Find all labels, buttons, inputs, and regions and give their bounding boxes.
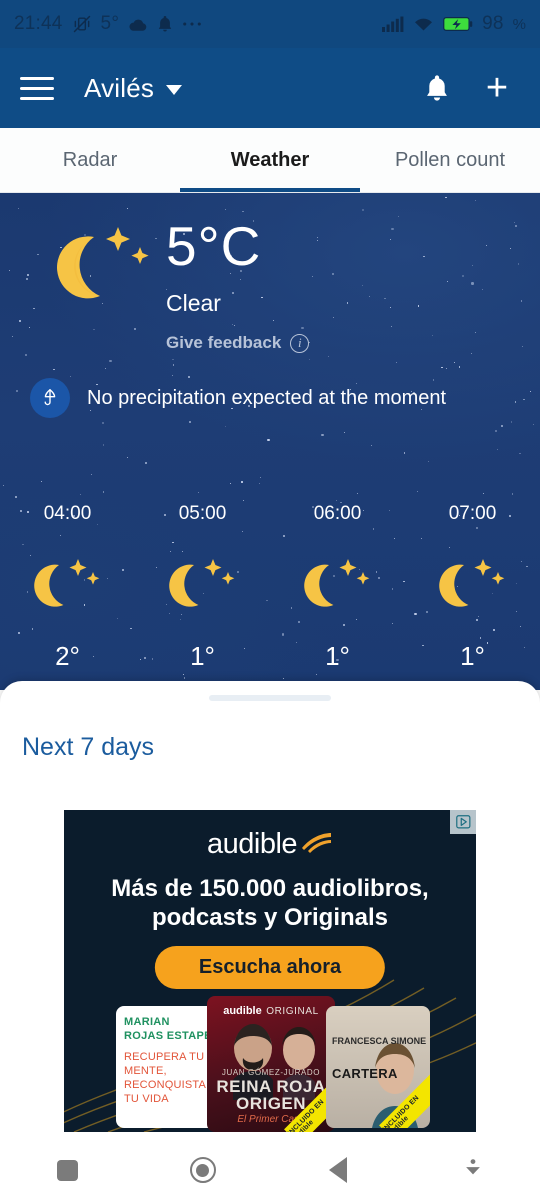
give-feedback-link[interactable]: Give feedback i	[166, 333, 310, 353]
recents-square-icon	[57, 1159, 78, 1181]
umbrella-icon	[30, 378, 70, 418]
system-navigation-bar	[0, 1140, 540, 1200]
moon-stars-icon	[31, 553, 105, 615]
current-temperature-block: 5°C Clear Give feedback i	[166, 215, 310, 353]
back-button[interactable]	[270, 1157, 405, 1183]
home-button[interactable]	[135, 1157, 270, 1183]
book-3-title: CARTERA	[332, 1066, 398, 1081]
moon-stars-icon	[166, 553, 240, 615]
vibrate-icon	[72, 14, 92, 34]
hour-time: 06:00	[313, 503, 362, 524]
status-bar: 21:44 5° 98 %	[0, 0, 540, 48]
cloud-icon	[128, 17, 148, 32]
phone-screen: 21:44 5° 98 % Avilés + Radar Weather Pol…	[0, 0, 540, 1200]
book-cover-3[interactable]: FRANCESCA SIMONE CARTERA INCLUIDO EN aud…	[326, 1006, 430, 1128]
home-circle-icon	[189, 1157, 216, 1183]
moon-stars-icon	[301, 553, 375, 615]
give-feedback-label: Give feedback	[166, 333, 282, 352]
tab-bar: Radar Weather Pollen count	[0, 128, 540, 193]
cellular-signal-icon	[382, 16, 404, 32]
hour-time: 05:00	[178, 503, 227, 524]
audible-wordmark: audible	[206, 828, 298, 860]
wifi-icon	[413, 16, 434, 32]
book-2-title-line1: REINA ROJA	[216, 1077, 326, 1096]
precipitation-summary: No precipitation expected at the moment	[30, 378, 446, 418]
next-7-days-link[interactable]: Next 7 days	[22, 733, 540, 762]
location-name: Avilés	[84, 72, 155, 103]
precipitation-text: No precipitation expected at the moment	[87, 386, 447, 409]
notifications-button[interactable]	[414, 65, 460, 111]
sheet-drag-handle[interactable]	[209, 695, 331, 701]
ad-headline-line2: podcasts y Originals	[151, 904, 389, 932]
back-triangle-icon	[328, 1157, 347, 1183]
hour-temperature: 1°	[460, 641, 485, 671]
hour-time: 07:00	[448, 503, 497, 524]
app-bar: Avilés +	[0, 48, 540, 128]
hourly-item[interactable]: 06:00 1°	[270, 503, 405, 672]
hour-temperature: 2°	[55, 641, 80, 671]
current-condition: Clear	[166, 290, 221, 316]
status-temperature: 5°	[100, 13, 120, 34]
book-1-title: RECUPERA TU MENTE, RECONQUISTA TU VIDA	[124, 1051, 206, 1106]
battery-percent: 98	[482, 13, 504, 34]
audible-swoosh-icon	[299, 829, 333, 860]
book-cover-1[interactable]: MARIAN ROJAS ESTAPÉ RECUPERA TU MENTE, R…	[116, 1006, 220, 1128]
hide-keyboard-icon	[462, 1157, 484, 1184]
current-temperature: 5°C	[166, 215, 262, 277]
hide-keyboard-button[interactable]	[405, 1157, 540, 1184]
hourly-item[interactable]: 05:00 1°	[135, 503, 270, 672]
hour-temperature: 1°	[325, 641, 350, 671]
hour-time: 04:00	[43, 503, 92, 524]
advertisement[interactable]: audible Más de 150.000 audiolibros, podc…	[64, 810, 476, 1132]
book-2-author: JUAN GÓMEZ-JURADO	[221, 1068, 321, 1077]
hourly-item[interactable]: 04:00 2°	[0, 503, 135, 672]
location-selector[interactable]: Avilés	[84, 73, 414, 104]
hourly-item[interactable]: 07:00 1°	[405, 503, 540, 672]
chevron-down-icon	[166, 84, 183, 95]
recents-button[interactable]	[0, 1159, 135, 1181]
ad-book-covers: MARIAN ROJAS ESTAPÉ RECUPERA TU MENTE, R…	[64, 996, 476, 1132]
hamburger-menu-icon[interactable]	[20, 68, 60, 108]
bell-icon	[157, 15, 173, 33]
book-3-author: FRANCESCA SIMONE	[332, 1036, 427, 1046]
status-bar-right: 98 %	[382, 13, 526, 35]
weather-hero: 5°C Clear Give feedback i No precipitati…	[0, 193, 540, 690]
status-clock: 21:44	[14, 13, 63, 34]
status-bar-left: 21:44 5°	[14, 13, 382, 35]
info-icon: i	[290, 333, 310, 353]
moon-stars-icon	[48, 215, 156, 311]
hourly-forecast[interactable]: 04:00 2° 05:00 1° 06:00 1° 07:00 1°	[0, 503, 540, 672]
battery-percent-unit: %	[512, 15, 526, 33]
hour-temperature: 1°	[190, 641, 215, 671]
ad-headline-line1: Más de 150.000 audiolibros,	[111, 875, 429, 902]
more-dots-icon	[182, 21, 202, 27]
bell-icon	[424, 74, 450, 102]
current-conditions: 5°C Clear Give feedback i	[48, 215, 310, 353]
add-location-button[interactable]: +	[474, 65, 520, 111]
tab-radar[interactable]: Radar	[0, 128, 180, 192]
ad-cta-button[interactable]: Escucha ahora	[154, 946, 386, 989]
book-1-author: MARIAN ROJAS ESTAPÉ	[124, 1016, 212, 1043]
book-cover-2[interactable]: audible ORIGINAL JUAN GÓMEZ-JURADO REINA…	[207, 996, 335, 1132]
tab-pollen-count[interactable]: Pollen count	[360, 128, 540, 192]
ad-headline: Más de 150.000 audiolibros, podcasts y O…	[80, 874, 460, 933]
moon-stars-icon	[436, 553, 510, 615]
battery-charging-icon	[443, 16, 473, 32]
audible-logo: audible	[64, 828, 476, 861]
tab-weather[interactable]: Weather	[180, 128, 360, 192]
